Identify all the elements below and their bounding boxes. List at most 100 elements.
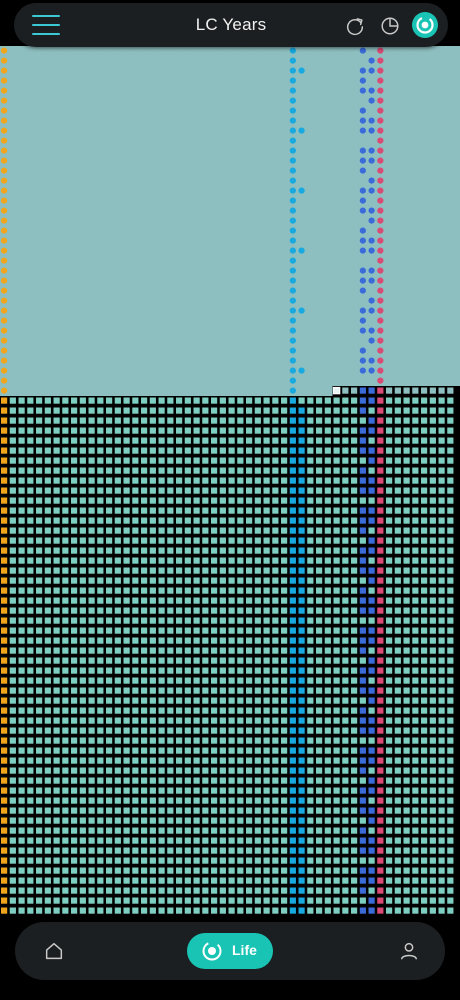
week-cell[interactable] — [359, 447, 366, 454]
week-cell[interactable] — [176, 907, 183, 914]
week-cell[interactable] — [211, 587, 218, 594]
week-cell[interactable] — [342, 457, 349, 464]
week-cell[interactable] — [27, 297, 34, 304]
week-cell[interactable] — [193, 337, 200, 344]
week-cell[interactable] — [351, 147, 358, 154]
week-cell[interactable] — [106, 637, 113, 644]
week-cell[interactable] — [71, 57, 78, 64]
week-cell[interactable] — [254, 377, 261, 384]
week-cell[interactable] — [44, 657, 51, 664]
week-cell[interactable] — [254, 787, 261, 794]
week-cell[interactable] — [237, 217, 244, 224]
week-cell[interactable] — [228, 867, 235, 874]
week-cell[interactable] — [386, 847, 393, 854]
week-cell[interactable] — [307, 807, 314, 814]
week-cell[interactable] — [62, 517, 69, 524]
week-cell[interactable] — [1, 467, 8, 474]
week-cell[interactable] — [123, 507, 130, 514]
week-cell[interactable] — [429, 747, 436, 754]
week-cell[interactable] — [1, 517, 8, 524]
week-cell[interactable] — [9, 767, 16, 774]
week-cell[interactable] — [141, 257, 148, 264]
week-cell[interactable] — [62, 437, 69, 444]
week-cell[interactable] — [412, 827, 419, 834]
week-cell[interactable] — [333, 437, 340, 444]
week-cell[interactable] — [289, 157, 296, 164]
week-cell[interactable] — [333, 607, 340, 614]
week-cell[interactable] — [324, 407, 331, 414]
week-cell[interactable] — [176, 657, 183, 664]
week-cell[interactable] — [62, 297, 69, 304]
week-cell[interactable] — [18, 777, 25, 784]
week-cell[interactable] — [272, 447, 279, 454]
week-cell[interactable] — [27, 357, 34, 364]
week-cell[interactable] — [377, 427, 384, 434]
week-cell[interactable] — [211, 297, 218, 304]
week-cell[interactable] — [27, 907, 34, 914]
week-cell[interactable] — [237, 247, 244, 254]
week-cell[interactable] — [394, 217, 401, 224]
week-cell[interactable] — [263, 837, 270, 844]
week-cell[interactable] — [167, 507, 174, 514]
week-cell[interactable] — [272, 357, 279, 364]
week-cell[interactable] — [298, 907, 305, 914]
week-cell[interactable] — [88, 697, 95, 704]
week-cell[interactable] — [9, 397, 16, 404]
week-cell[interactable] — [394, 457, 401, 464]
week-cell[interactable] — [368, 477, 375, 484]
week-cell[interactable] — [298, 767, 305, 774]
week-cell[interactable] — [193, 887, 200, 894]
week-cell[interactable] — [429, 537, 436, 544]
week-cell[interactable] — [79, 197, 86, 204]
week-cell[interactable] — [342, 767, 349, 774]
week-cell[interactable] — [9, 857, 16, 864]
week-cell[interactable] — [263, 67, 270, 74]
week-cell[interactable] — [211, 607, 218, 614]
week-cell[interactable] — [193, 577, 200, 584]
week-cell[interactable] — [106, 457, 113, 464]
week-cell[interactable] — [158, 77, 165, 84]
week-cell[interactable] — [298, 497, 305, 504]
week-cell[interactable] — [438, 417, 445, 424]
week-cell[interactable] — [333, 737, 340, 744]
week-cell[interactable] — [289, 177, 296, 184]
week-cell[interactable] — [193, 487, 200, 494]
week-cell[interactable] — [219, 177, 226, 184]
week-cell[interactable] — [289, 707, 296, 714]
week-cell[interactable] — [71, 417, 78, 424]
week-cell[interactable] — [176, 367, 183, 374]
week-cell[interactable] — [342, 327, 349, 334]
week-cell[interactable] — [403, 417, 410, 424]
week-cell[interactable] — [36, 247, 43, 254]
week-cell[interactable] — [254, 437, 261, 444]
week-cell[interactable] — [324, 867, 331, 874]
week-cell[interactable] — [18, 447, 25, 454]
week-cell[interactable] — [368, 197, 375, 204]
week-cell[interactable] — [106, 117, 113, 124]
week-cell[interactable] — [246, 497, 253, 504]
week-cell[interactable] — [254, 157, 261, 164]
week-cell[interactable] — [333, 757, 340, 764]
week-cell[interactable] — [219, 187, 226, 194]
week-cell[interactable] — [211, 477, 218, 484]
week-cell[interactable] — [272, 387, 279, 394]
week-cell[interactable] — [27, 557, 34, 564]
week-cell[interactable] — [88, 97, 95, 104]
week-cell[interactable] — [27, 887, 34, 894]
week-cell[interactable] — [141, 77, 148, 84]
week-cell[interactable] — [237, 507, 244, 514]
week-cell[interactable] — [421, 857, 428, 864]
week-cell[interactable] — [167, 427, 174, 434]
week-cell[interactable] — [281, 867, 288, 874]
week-cell[interactable] — [123, 407, 130, 414]
week-cell[interactable] — [307, 407, 314, 414]
week-cell[interactable] — [412, 47, 419, 54]
week-cell[interactable] — [176, 667, 183, 674]
week-cell[interactable] — [447, 477, 454, 484]
week-cell[interactable] — [421, 577, 428, 584]
week-cell[interactable] — [71, 107, 78, 114]
week-cell[interactable] — [342, 627, 349, 634]
week-cell[interactable] — [429, 247, 436, 254]
week-cell[interactable] — [447, 87, 454, 94]
week-cell[interactable] — [272, 867, 279, 874]
